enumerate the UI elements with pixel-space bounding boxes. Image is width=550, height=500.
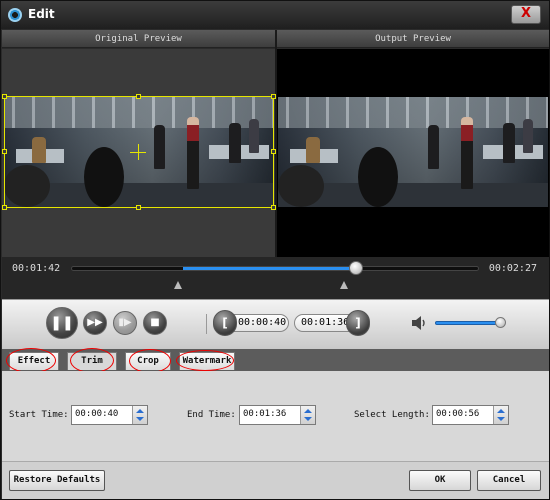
set-start-button[interactable]: [ bbox=[213, 310, 237, 336]
restore-defaults-button[interactable]: Restore Defaults bbox=[9, 470, 105, 491]
app-icon bbox=[8, 8, 22, 22]
spinner-up-icon[interactable] bbox=[304, 409, 312, 413]
start-time-label: Start Time: bbox=[9, 410, 69, 420]
volume-knob[interactable] bbox=[495, 317, 506, 328]
controls-separator bbox=[206, 314, 207, 334]
crop-handle-top-left[interactable] bbox=[2, 94, 7, 99]
crop-handle-bottom-center[interactable] bbox=[136, 205, 141, 210]
close-button[interactable]: X bbox=[511, 5, 541, 24]
crop-handle-top-right[interactable] bbox=[271, 94, 276, 99]
crop-handle-top-center[interactable] bbox=[136, 94, 141, 99]
annotation-circle-crop bbox=[129, 349, 171, 373]
spinner-down-icon[interactable] bbox=[497, 417, 505, 421]
title-bar: Edit X bbox=[1, 1, 549, 29]
ok-button[interactable]: OK bbox=[409, 470, 471, 491]
stop-icon: ■ bbox=[150, 317, 160, 328]
next-frame-icon: ▮▶ bbox=[118, 317, 132, 328]
select-length-input[interactable]: 00:00:56 bbox=[432, 405, 509, 425]
output-video-frame bbox=[278, 97, 548, 207]
total-time: 00:02:27 bbox=[488, 263, 537, 274]
select-length-label: Select Length: bbox=[354, 410, 430, 420]
start-time-value: 00:00:40 bbox=[75, 409, 119, 419]
crop-handle-middle-right[interactable] bbox=[271, 149, 276, 154]
end-time-label: End Time: bbox=[187, 410, 236, 420]
window-title: Edit bbox=[28, 7, 55, 21]
set-end-button[interactable]: ] bbox=[346, 310, 370, 336]
timeline-selection bbox=[183, 267, 355, 270]
spinner-down-icon[interactable] bbox=[304, 417, 312, 421]
fast-forward-button[interactable]: ▶▶ bbox=[83, 311, 107, 335]
select-length-spinner[interactable] bbox=[493, 406, 508, 424]
timeline-area bbox=[2, 257, 549, 299]
annotation-circle-watermark bbox=[176, 350, 234, 371]
pause-button[interactable]: ❚❚ bbox=[46, 307, 78, 339]
start-time-spinner[interactable] bbox=[132, 406, 147, 424]
spinner-down-icon[interactable] bbox=[136, 417, 144, 421]
cancel-button[interactable]: Cancel bbox=[477, 470, 541, 491]
trim-end-marker[interactable] bbox=[340, 281, 348, 289]
output-preview-header: Output Preview bbox=[277, 30, 549, 48]
start-time-input[interactable]: 00:00:40 bbox=[71, 405, 148, 425]
end-time-value: 00:01:36 bbox=[243, 409, 287, 419]
crop-handle-bottom-left[interactable] bbox=[2, 205, 7, 210]
pause-icon: ❚❚ bbox=[50, 315, 74, 331]
end-time-input[interactable]: 00:01:36 bbox=[239, 405, 316, 425]
spinner-up-icon[interactable] bbox=[497, 409, 505, 413]
edit-window: Edit X Original Preview Output Preview 0… bbox=[0, 0, 550, 500]
spinner-up-icon[interactable] bbox=[136, 409, 144, 413]
annotation-circle-effect bbox=[6, 348, 56, 373]
fast-forward-icon: ▶▶ bbox=[87, 317, 103, 328]
current-time: 00:01:42 bbox=[12, 263, 61, 274]
end-time-spinner[interactable] bbox=[300, 406, 315, 424]
volume-slider[interactable] bbox=[435, 321, 501, 325]
crop-handle-middle-left[interactable] bbox=[2, 149, 7, 154]
original-preview-header: Original Preview bbox=[2, 30, 275, 48]
trim-start-marker[interactable] bbox=[174, 281, 182, 289]
volume-icon[interactable] bbox=[411, 315, 427, 331]
select-length-value: 00:00:56 bbox=[436, 409, 480, 419]
annotation-circle-trim bbox=[70, 348, 114, 373]
next-frame-button[interactable]: ▮▶ bbox=[113, 311, 137, 335]
stop-button[interactable]: ■ bbox=[143, 311, 167, 335]
playhead-knob[interactable] bbox=[349, 261, 363, 275]
crop-handle-bottom-right[interactable] bbox=[271, 205, 276, 210]
